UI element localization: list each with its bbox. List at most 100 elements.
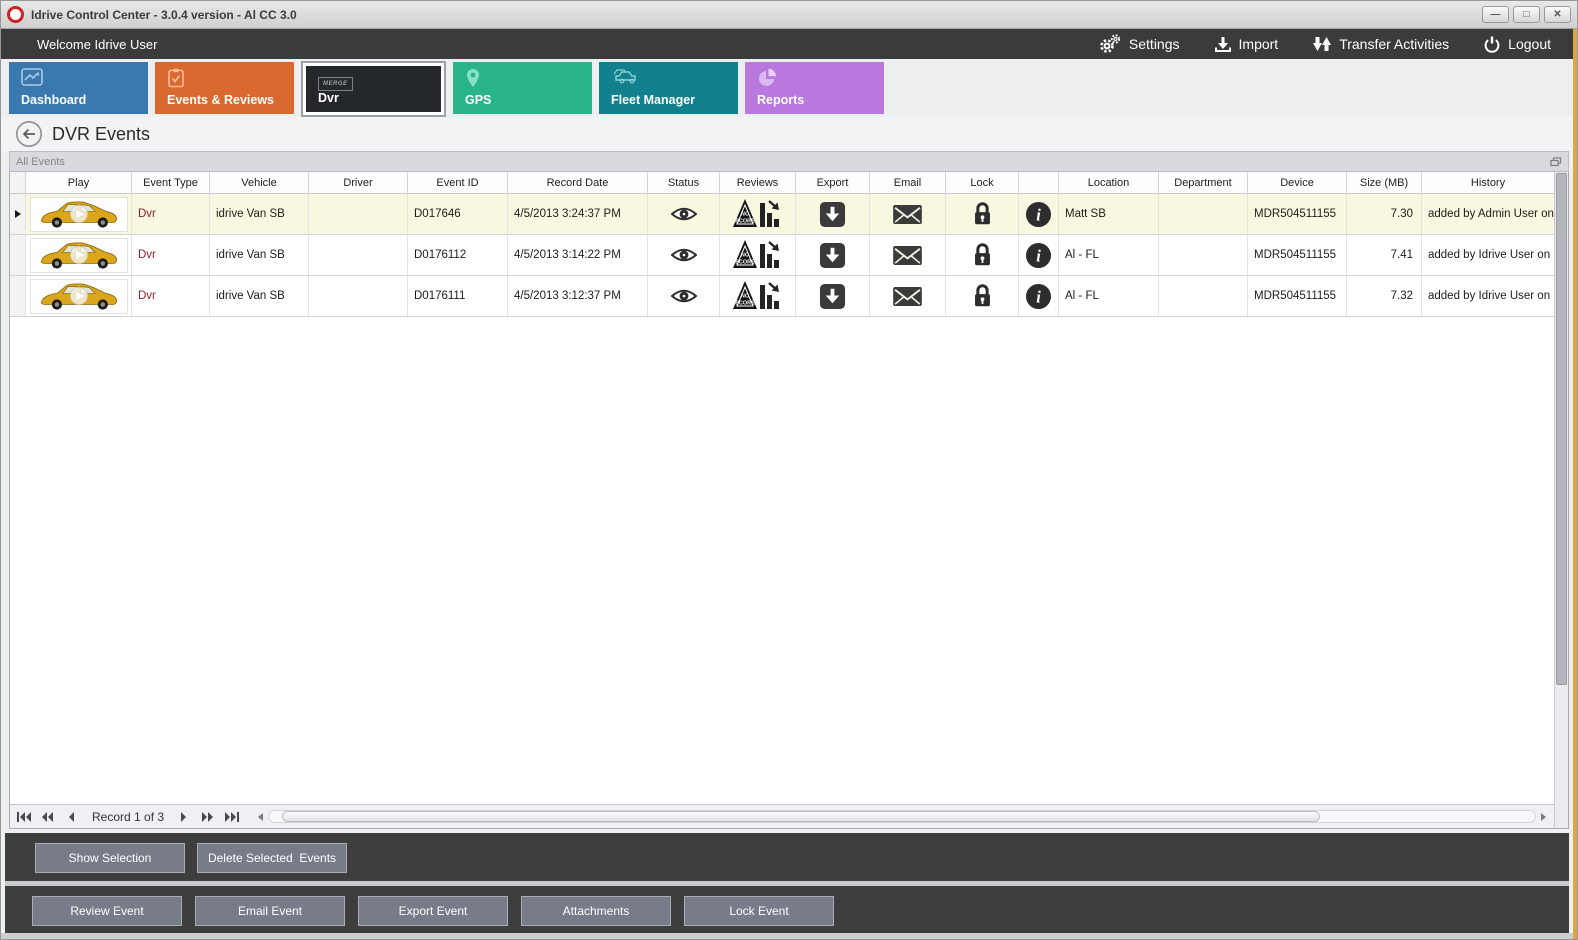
car-thumbnail-play-icon[interactable]: [30, 279, 128, 314]
lock-event-button[interactable]: Lock Event: [684, 896, 834, 926]
scroll-left-icon[interactable]: [254, 813, 268, 821]
review-event-button[interactable]: Review Event: [32, 896, 182, 926]
col-header-device[interactable]: Device: [1248, 172, 1347, 193]
reviews-cell[interactable]: [720, 194, 796, 234]
col-header-status[interactable]: Status: [648, 172, 720, 193]
close-button[interactable]: ✕: [1544, 6, 1571, 23]
car-thumbnail-play-icon[interactable]: [30, 238, 128, 273]
col-header-driver[interactable]: Driver: [309, 172, 408, 193]
col-header-email[interactable]: Email: [870, 172, 946, 193]
col-header-history[interactable]: History: [1422, 172, 1554, 193]
tab-dashboard[interactable]: Dashboard: [9, 62, 148, 114]
info-cell[interactable]: [1019, 276, 1059, 316]
col-header-lock[interactable]: Lock: [946, 172, 1019, 193]
previous-record-button[interactable]: [62, 808, 82, 826]
info-cell[interactable]: [1019, 235, 1059, 275]
row-indicator-cell: [10, 194, 26, 234]
email-cell[interactable]: [870, 235, 946, 275]
reviews-cell[interactable]: [720, 235, 796, 275]
first-record-button[interactable]: [14, 808, 34, 826]
merge-icon: MERGE: [318, 72, 353, 92]
col-header-event-type[interactable]: Event Type: [132, 172, 210, 193]
table-row[interactable]: Dvr idrive Van SB D0176111 4/5/2013 3:12…: [10, 276, 1554, 317]
event-actions-toolbar: Review Event Email Event Export Event At…: [5, 886, 1569, 934]
next-page-button[interactable]: [198, 808, 218, 826]
play-cell[interactable]: [26, 235, 132, 275]
export-cell[interactable]: [796, 235, 870, 275]
status-cell[interactable]: [648, 235, 720, 275]
vertical-scrollbar[interactable]: [1554, 172, 1568, 828]
export-cell[interactable]: [796, 276, 870, 316]
tab-reports[interactable]: Reports: [745, 62, 884, 114]
device-value: MDR504511155: [1248, 235, 1347, 275]
transfer-activities-button[interactable]: Transfer Activities: [1312, 35, 1449, 53]
horizontal-scrollbar[interactable]: [254, 809, 1550, 824]
col-header-reviews[interactable]: Reviews: [720, 172, 796, 193]
email-event-button[interactable]: Email Event: [195, 896, 345, 926]
lock-cell[interactable]: [946, 276, 1019, 316]
import-button[interactable]: Import: [1214, 35, 1279, 53]
horizontal-scrollbar-thumb[interactable]: [282, 811, 1320, 822]
table-row[interactable]: Dvr idrive Van SB D0176112 4/5/2013 3:14…: [10, 235, 1554, 276]
col-header-info[interactable]: [1019, 172, 1059, 193]
next-record-button[interactable]: [174, 808, 194, 826]
department-value: [1159, 235, 1248, 275]
export-download-icon: [819, 201, 846, 228]
transfer-icon: [1312, 35, 1332, 53]
col-header-event-id[interactable]: Event ID: [408, 172, 508, 193]
lock-cell[interactable]: [946, 194, 1019, 234]
padlock-icon: [971, 241, 994, 269]
scroll-right-icon[interactable]: [1536, 813, 1550, 821]
envelope-icon: [892, 286, 923, 307]
show-selection-button[interactable]: Show Selection: [35, 843, 185, 873]
record-navigator: Record 1 of 3: [10, 804, 1554, 828]
tab-fleet-manager[interactable]: Fleet Manager: [599, 62, 738, 114]
eye-icon: [671, 206, 697, 222]
settings-button[interactable]: Settings: [1098, 34, 1180, 54]
horizontal-scrollbar-track[interactable]: [268, 810, 1536, 823]
maximize-button[interactable]: □: [1513, 6, 1540, 23]
record-date-value: 4/5/2013 3:14:22 PM: [508, 235, 648, 275]
car-thumbnail-play-icon[interactable]: [30, 197, 128, 232]
info-cell[interactable]: [1019, 194, 1059, 234]
reviews-cell[interactable]: [720, 276, 796, 316]
table-row[interactable]: Dvr idrive Van SB D017646 4/5/2013 3:24:…: [10, 194, 1554, 235]
attachments-button[interactable]: Attachments: [521, 896, 671, 926]
events-grid: Play Event Type Vehicle Driver Event ID …: [9, 172, 1569, 829]
minimize-button[interactable]: —: [1482, 6, 1509, 23]
status-cell[interactable]: [648, 276, 720, 316]
play-cell[interactable]: [26, 194, 132, 234]
selection-toolbar: Show Selection Delete Selected Events: [5, 833, 1569, 881]
tab-dvr[interactable]: MERGE Dvr: [306, 66, 441, 112]
status-cell[interactable]: [648, 194, 720, 234]
col-header-play[interactable]: Play: [26, 172, 132, 193]
col-header-location[interactable]: Location: [1059, 172, 1159, 193]
col-header-size[interactable]: Size (MB): [1347, 172, 1422, 193]
lock-cell[interactable]: [946, 235, 1019, 275]
record-date-value: 4/5/2013 3:12:37 PM: [508, 276, 648, 316]
play-cell[interactable]: [26, 276, 132, 316]
last-record-button[interactable]: [222, 808, 242, 826]
logout-button[interactable]: Logout: [1483, 35, 1551, 53]
export-cell[interactable]: [796, 194, 870, 234]
export-event-button[interactable]: Export Event: [358, 896, 508, 926]
delete-selected-events-button[interactable]: Delete Selected Events: [197, 843, 347, 873]
col-header-export[interactable]: Export: [796, 172, 870, 193]
col-header-department[interactable]: Department: [1159, 172, 1248, 193]
event-id-value: D017646: [408, 194, 508, 234]
tab-gps[interactable]: GPS: [453, 62, 592, 114]
back-button[interactable]: [15, 120, 43, 148]
previous-page-button[interactable]: [38, 808, 58, 826]
location-value: Al - FL: [1059, 235, 1159, 275]
driver-value: [309, 276, 408, 316]
event-type-value: Dvr: [138, 249, 156, 261]
vertical-scrollbar-thumb[interactable]: [1556, 173, 1567, 685]
email-cell[interactable]: [870, 194, 946, 234]
padlock-icon: [971, 282, 994, 310]
tab-events-reviews[interactable]: Events & Reviews: [155, 62, 294, 114]
event-id-value: D0176112: [408, 235, 508, 275]
col-header-vehicle[interactable]: Vehicle: [210, 172, 309, 193]
email-cell[interactable]: [870, 276, 946, 316]
cascade-windows-icon[interactable]: [1550, 157, 1562, 167]
col-header-record-date[interactable]: Record Date: [508, 172, 648, 193]
